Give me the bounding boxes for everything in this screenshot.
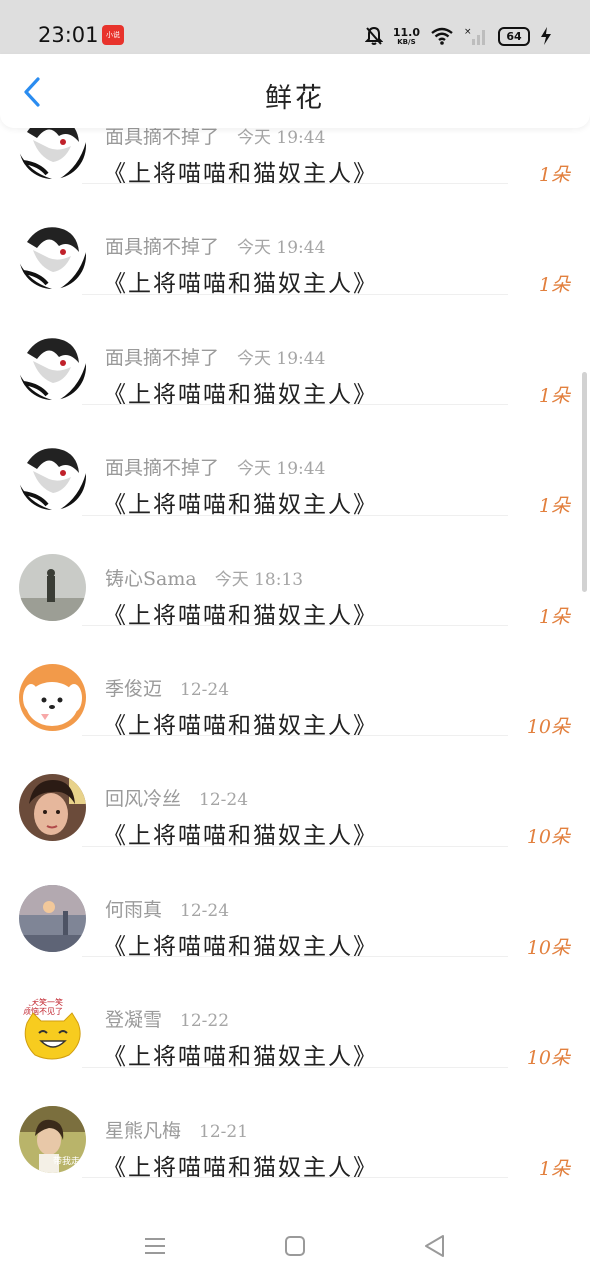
nav-back-button[interactable]	[420, 1231, 450, 1261]
sender-line: 何雨真 12-24	[105, 895, 229, 922]
avatar[interactable]	[19, 443, 86, 511]
flower-record-item[interactable]: 回风冷丝 12-24 《上将喵喵和猫奴主人》 10朵	[0, 736, 590, 849]
svg-text:带我走: 带我走	[53, 1156, 80, 1167]
avatar[interactable]	[19, 774, 86, 842]
sender-line: 面具摘不掉了 今天 19:44	[105, 453, 325, 480]
flower-count: 1朵	[538, 384, 570, 407]
send-time: 今天 19:44	[237, 238, 326, 259]
sender-name[interactable]: 季俊迈	[105, 678, 162, 700]
system-nav-bar	[0, 1213, 590, 1280]
flower-record-item[interactable]: 天天笑一笑 烦恼不见了 登凝雪 12-22 《上将喵喵和猫奴主人》 10朵	[0, 957, 590, 1070]
net-speed-value: 11.0	[392, 25, 420, 39]
send-time: 12-24	[180, 679, 230, 700]
avatar[interactable]: 天天笑一笑 烦恼不见了	[19, 995, 86, 1063]
mute-bell-icon	[364, 26, 383, 45]
flower-count: 10朵	[526, 715, 570, 738]
flower-record-item[interactable]: 铸心Sama 今天 18:13 《上将喵喵和猫奴主人》 1朵	[0, 516, 590, 629]
flower-record-list[interactable]: 面具摘不掉了 今天 19:44 《上将喵喵和猫奴主人》 1朵 面具摘不掉了 今天 19:4…	[0, 128, 590, 1213]
flower-record-item[interactable]: 面具摘不掉了 今天 19:44 《上将喵喵和猫奴主人》 1朵	[0, 128, 590, 187]
sender-line: 面具摘不掉了 今天 19:44	[105, 128, 325, 149]
send-time: 今天 19:44	[237, 348, 326, 369]
sender-line: 面具摘不掉了 今天 19:44	[105, 343, 325, 370]
status-time: 23:01	[38, 23, 99, 47]
divider	[82, 1176, 508, 1178]
send-time: 12-22	[180, 1011, 230, 1032]
send-time: 今天 18:13	[214, 569, 304, 590]
svg-text:烦恼不见了: 烦恼不见了	[23, 1006, 63, 1016]
net-speed-unit: KB/S	[397, 37, 416, 46]
flower-record-item[interactable]: 何雨真 12-24 《上将喵喵和猫奴主人》 10朵	[0, 847, 590, 960]
flower-count: 1朵	[538, 274, 570, 297]
sender-line: 登凝雪 12-22	[105, 1005, 229, 1032]
sender-line: 面具摘不掉了 今天 19:44	[105, 232, 325, 259]
sender-name[interactable]: 面具摘不掉了	[105, 457, 219, 479]
sender-line: 回风冷丝 12-24	[105, 784, 248, 811]
avatar[interactable]	[19, 553, 86, 621]
sender-line: 铸心Sama 今天 18:13	[105, 564, 303, 591]
sender-name[interactable]: 面具摘不掉了	[105, 347, 219, 369]
svg-text:天天笑一笑: 天天笑一笑	[23, 997, 63, 1007]
sender-name[interactable]: 面具摘不掉了	[105, 236, 219, 258]
menu-button[interactable]	[140, 1231, 170, 1261]
flower-record-item[interactable]: 季俊迈 12-24 《上将喵喵和猫奴主人》 10朵	[0, 626, 590, 739]
wifi-icon	[431, 27, 453, 45]
sender-line: 星熊凡梅 12-21	[105, 1116, 248, 1143]
sender-name[interactable]: 铸心Sama	[105, 568, 197, 590]
sender-name[interactable]: 星熊凡梅	[105, 1120, 181, 1142]
app-notification-icon: 小说	[102, 25, 124, 45]
avatar[interactable]	[19, 332, 86, 400]
avatar[interactable]: 带我走	[19, 1105, 86, 1173]
menu-icon	[145, 1238, 165, 1254]
battery-indicator: 64	[498, 26, 530, 46]
net-speed: 11.0 KB/S	[393, 27, 420, 46]
sender-line: 季俊迈 12-24	[105, 674, 229, 701]
signal-icon: ×	[464, 27, 485, 45]
send-time: 今天 19:44	[237, 128, 326, 148]
svg-text:×: ×	[464, 27, 472, 37]
scrollbar[interactable]	[582, 372, 587, 592]
flower-record-list-inner: 面具摘不掉了 今天 19:44 《上将喵喵和猫奴主人》 1朵 面具摘不掉了 今天 19:4…	[0, 128, 590, 1181]
charging-icon	[541, 27, 551, 45]
flower-count: 10朵	[526, 1047, 570, 1070]
sender-name[interactable]: 面具摘不掉了	[105, 128, 219, 148]
sender-name[interactable]: 登凝雪	[105, 1009, 162, 1031]
send-time: 12-24	[180, 900, 230, 921]
flower-count: 1朵	[538, 164, 570, 186]
back-triangle-icon	[425, 1235, 444, 1257]
flower-record-item[interactable]: 面具摘不掉了 今天 19:44 《上将喵喵和猫奴主人》 1朵	[0, 295, 590, 408]
flower-count: 1朵	[538, 1157, 570, 1180]
avatar[interactable]	[19, 128, 86, 179]
flower-count: 1朵	[538, 605, 570, 628]
flower-record-item[interactable]: 面具摘不掉了 今天 19:44 《上将喵喵和猫奴主人》 1朵	[0, 184, 590, 297]
page-title: 鲜花	[265, 83, 325, 114]
status-icons: 11.0 KB/S × 64	[364, 24, 552, 48]
header: 鲜花	[0, 54, 590, 128]
avatar[interactable]	[19, 663, 86, 731]
home-square-icon	[285, 1236, 305, 1256]
sender-name[interactable]: 何雨真	[105, 899, 162, 921]
flower-record-item[interactable]: 面具摘不掉了 今天 19:44 《上将喵喵和猫奴主人》 1朵	[0, 405, 590, 518]
avatar[interactable]	[19, 222, 86, 290]
status-bar: 23:01 小说 11.0 KB/S × 64	[0, 0, 590, 54]
flower-count: 1朵	[538, 495, 570, 518]
flower-record-item[interactable]: 带我走 星熊凡梅 12-21 《上将喵喵和猫奴主人》 1朵	[0, 1068, 590, 1181]
send-time: 12-21	[199, 1121, 249, 1142]
send-time: 12-24	[199, 790, 249, 811]
sender-name[interactable]: 回风冷丝	[105, 788, 181, 810]
flower-count: 10朵	[526, 936, 570, 959]
send-time: 今天 19:44	[237, 459, 326, 480]
flower-count: 10朵	[526, 826, 570, 849]
home-button[interactable]	[280, 1231, 310, 1261]
avatar[interactable]	[19, 884, 86, 952]
